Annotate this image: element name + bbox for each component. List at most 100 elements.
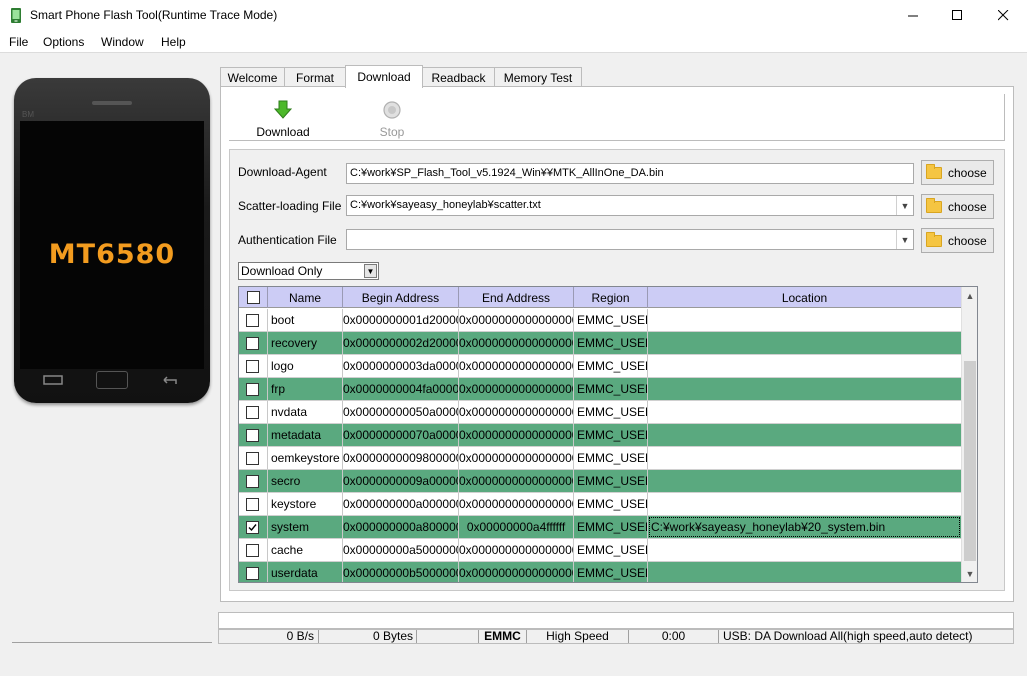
- cell-location[interactable]: [648, 447, 961, 469]
- cell-region: EMMC_USER: [574, 493, 648, 515]
- row-checkbox[interactable]: [246, 521, 259, 534]
- cell-name: oemkeystore: [268, 447, 343, 469]
- status-usb-mode: High Speed: [527, 630, 629, 643]
- row-checkbox[interactable]: [246, 429, 259, 442]
- table-row[interactable]: oemkeystore 0x0000000009800000 0x000000000…: [239, 447, 961, 470]
- tab-download[interactable]: Download: [345, 65, 423, 88]
- tab-format[interactable]: Format: [284, 67, 346, 87]
- minimize-button[interactable]: [890, 0, 936, 31]
- row-checkbox-cell: [239, 401, 268, 423]
- cell-begin: 0x0000000003da0000: [343, 355, 459, 377]
- cell-end: 0x0000000000000000: [459, 493, 574, 515]
- table-row[interactable]: frp 0x0000000004fa0000 0x0000000000000000 E…: [239, 378, 961, 401]
- table-row[interactable]: userdata 0x00000000b5000000 0x000000000000…: [239, 562, 961, 582]
- row-checkbox[interactable]: [246, 544, 259, 557]
- scroll-down-icon[interactable]: ▼: [962, 565, 977, 582]
- row-checkbox[interactable]: [246, 360, 259, 373]
- cell-location[interactable]: [648, 562, 961, 582]
- cell-end: 0x0000000000000000: [459, 332, 574, 354]
- status-message: USB: DA Download All(high speed,auto det…: [723, 630, 973, 643]
- cell-region: EMMC_USER: [574, 309, 648, 331]
- choose-download-agent-button[interactable]: choose: [921, 160, 994, 185]
- cell-name: userdata: [268, 562, 343, 582]
- tab-welcome[interactable]: Welcome: [220, 67, 285, 87]
- header-location[interactable]: Location: [648, 287, 961, 308]
- chevron-down-icon[interactable]: ▼: [896, 196, 913, 215]
- table-row[interactable]: boot 0x0000000001d20000 0x0000000000000000…: [239, 309, 961, 332]
- window-title: Smart Phone Flash Tool(Runtime Trace Mod…: [30, 8, 278, 22]
- table-row[interactable]: recovery 0x0000000002d20000 0x000000000000…: [239, 332, 961, 355]
- auth-file-field[interactable]: ▼: [346, 229, 914, 250]
- table-row[interactable]: cache 0x00000000a5000000 0x000000000000000…: [239, 539, 961, 562]
- select-all-checkbox[interactable]: [246, 291, 260, 304]
- download-panel: Download Stop Download-Agent C:¥work¥SP_…: [220, 86, 1014, 602]
- menu-help[interactable]: Help: [161, 35, 186, 49]
- progress-bar: [218, 612, 1014, 629]
- checkmark-icon: [248, 524, 257, 532]
- cell-location[interactable]: [648, 470, 961, 492]
- choose-label: choose: [948, 165, 987, 180]
- table-row[interactable]: secro 0x0000000009a00000 0x000000000000000…: [239, 470, 961, 493]
- table-row[interactable]: logo 0x0000000003da0000 0x0000000000000000…: [239, 355, 961, 378]
- table-row[interactable]: metadata 0x00000000070a0000 0x000000000000…: [239, 424, 961, 447]
- chevron-down-icon[interactable]: ▼: [364, 264, 377, 278]
- row-checkbox[interactable]: [246, 567, 259, 580]
- tab-readback[interactable]: Readback: [422, 67, 495, 87]
- download-button[interactable]: Download: [248, 100, 318, 139]
- choose-scatter-file-button[interactable]: choose: [921, 194, 994, 219]
- cell-location[interactable]: [648, 539, 961, 561]
- header-begin-address[interactable]: Begin Address: [343, 287, 459, 308]
- download-agent-field[interactable]: C:¥work¥SP_Flash_Tool_v5.1924_Win¥¥MTK_A…: [346, 163, 914, 184]
- folder-icon: [926, 231, 942, 247]
- toolbar: Download Stop: [229, 94, 1005, 141]
- download-agent-label: Download-Agent: [238, 165, 327, 179]
- row-checkbox[interactable]: [246, 406, 259, 419]
- scroll-up-icon[interactable]: ▲: [962, 287, 977, 304]
- cell-location[interactable]: [648, 401, 961, 423]
- cell-region: EMMC_USER: [574, 539, 648, 561]
- phone-screen: MT6580: [20, 121, 204, 369]
- download-mode-select[interactable]: Download Only ▼: [238, 262, 379, 280]
- cell-begin: 0x0000000009a00000: [343, 470, 459, 492]
- table-row[interactable]: keystore 0x000000000a000000 0x000000000000…: [239, 493, 961, 516]
- maximize-icon: [951, 10, 962, 20]
- header-end-address[interactable]: End Address: [459, 287, 574, 308]
- scroll-thumb[interactable]: [964, 361, 976, 561]
- cell-location[interactable]: C:¥work¥sayeasy_honeylab¥20_system.bin: [648, 516, 961, 538]
- chevron-down-icon[interactable]: ▼: [896, 230, 913, 249]
- cell-region: EMMC_USER: [574, 470, 648, 492]
- tab-memory-test[interactable]: Memory Test: [494, 67, 582, 87]
- row-checkbox-cell: [239, 424, 268, 446]
- header-region[interactable]: Region: [574, 287, 648, 308]
- phone-menu-icon: [42, 370, 64, 390]
- menu-window[interactable]: Window: [101, 35, 144, 49]
- menu-bar: File Options Window Help: [0, 31, 1027, 53]
- scatter-file-label: Scatter-loading File: [238, 199, 342, 213]
- cell-end: 0x0000000000000000: [459, 424, 574, 446]
- cell-location[interactable]: [648, 309, 961, 331]
- row-checkbox[interactable]: [246, 337, 259, 350]
- cell-location[interactable]: [648, 424, 961, 446]
- row-checkbox[interactable]: [246, 383, 259, 396]
- cell-location[interactable]: [648, 493, 961, 515]
- close-button[interactable]: [980, 0, 1026, 31]
- table-row[interactable]: nvdata 0x00000000050a0000 0x00000000000000…: [239, 401, 961, 424]
- table-row[interactable]: system 0x000000000a800000 0x00000000a4ffff…: [239, 516, 961, 539]
- vertical-scrollbar[interactable]: ▲ ▼: [961, 287, 977, 582]
- menu-file[interactable]: File: [9, 35, 28, 49]
- choose-auth-file-button[interactable]: choose: [921, 228, 994, 253]
- header-name[interactable]: Name: [268, 287, 343, 308]
- maximize-button[interactable]: [934, 0, 980, 31]
- cell-location[interactable]: [648, 378, 961, 400]
- status-storage: EMMC: [479, 630, 527, 643]
- cell-location[interactable]: [648, 332, 961, 354]
- row-checkbox[interactable]: [246, 498, 259, 511]
- row-checkbox[interactable]: [246, 452, 259, 465]
- row-checkbox[interactable]: [246, 314, 259, 327]
- menu-options[interactable]: Options: [43, 35, 84, 49]
- scatter-file-field[interactable]: C:¥work¥sayeasy_honeylab¥scatter.txt ▼: [346, 195, 914, 216]
- row-checkbox[interactable]: [246, 475, 259, 488]
- row-checkbox-cell: [239, 332, 268, 354]
- stop-button[interactable]: Stop: [357, 100, 427, 139]
- cell-location[interactable]: [648, 355, 961, 377]
